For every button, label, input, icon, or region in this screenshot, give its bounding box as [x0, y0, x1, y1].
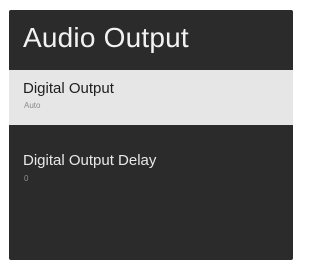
setting-digital-output[interactable]: Digital Output Auto — [9, 70, 293, 125]
page-title: Audio Output — [23, 22, 189, 53]
setting-label: Digital Output — [23, 80, 114, 97]
setting-value: 0 — [24, 174, 29, 183]
audio-output-panel: Audio Output Digital Output Auto Digital… — [9, 10, 293, 260]
setting-digital-output-delay[interactable]: Digital Output Delay 0 — [9, 148, 293, 196]
setting-value: Auto — [24, 101, 41, 110]
setting-label: Digital Output Delay — [23, 152, 157, 169]
